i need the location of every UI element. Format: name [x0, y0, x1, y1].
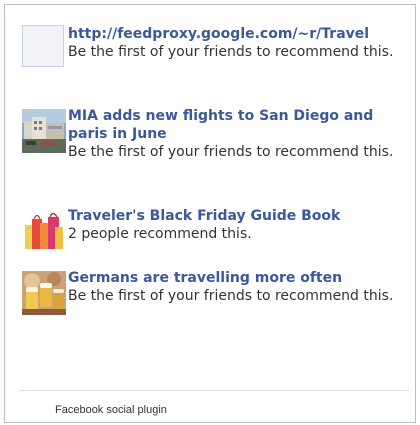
recommendation-count-text: Be the first of your friends to recommen… [68, 144, 394, 160]
recommendation-text: Traveler's Black Friday Guide Book 2 peo… [68, 207, 403, 243]
footer-divider [20, 390, 409, 391]
beer-celebration-thumbnail[interactable] [22, 271, 66, 315]
recommendation-text: http://feedproxy.google.com/~r/Travel Be… [68, 25, 403, 61]
facebook-social-plugin-label[interactable]: Facebook social plugin [55, 404, 167, 416]
recommendation-count-text: Be the first of your friends to recommen… [68, 44, 394, 60]
recommendation-count-text: 2 people recommend this. [68, 226, 252, 242]
recommendation-text: Germans are travelling more often Be the… [68, 269, 403, 305]
airport-building-thumbnail[interactable] [22, 109, 66, 153]
recommendation-title-link[interactable]: MIA adds new flights to San Diego and pa… [68, 107, 403, 143]
shopping-bags-thumbnail[interactable] [22, 209, 66, 253]
recommendations-widget: http://feedproxy.google.com/~r/Travel Be… [4, 4, 416, 423]
recommendation-title-link[interactable]: http://feedproxy.google.com/~r/Travel [68, 25, 403, 43]
recommendation-title-link[interactable]: Germans are travelling more often [68, 269, 403, 287]
recommendation-count-text: Be the first of your friends to recommen… [68, 288, 394, 304]
recommendation-text: MIA adds new flights to San Diego and pa… [68, 107, 403, 161]
recommendation-title-link[interactable]: Traveler's Black Friday Guide Book [68, 207, 403, 225]
thumbnail-placeholder[interactable] [22, 25, 64, 67]
